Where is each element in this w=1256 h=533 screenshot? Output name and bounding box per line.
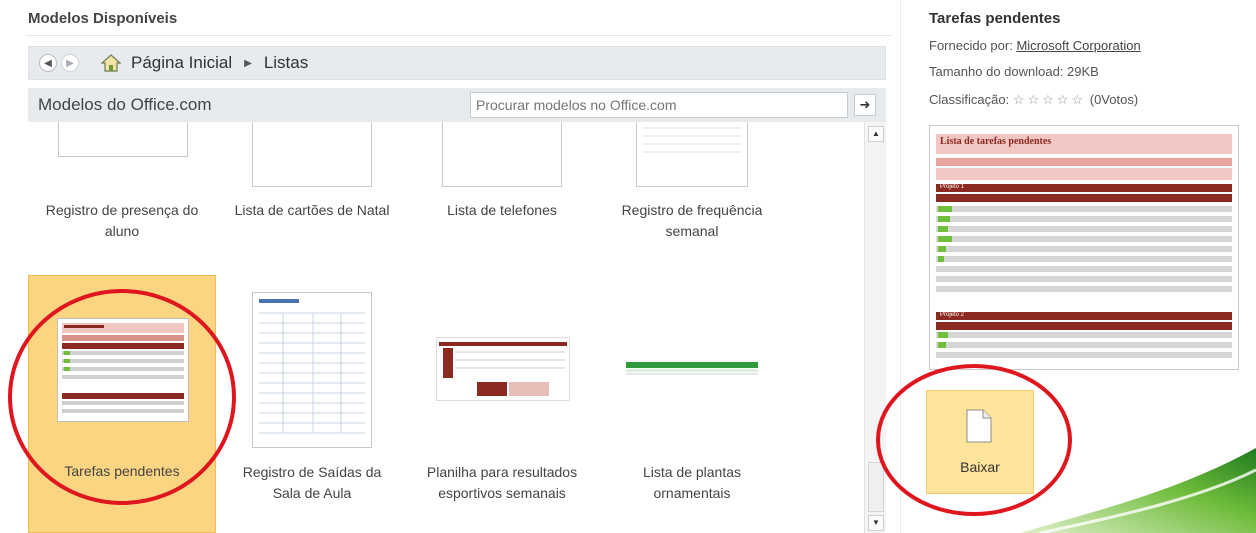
- breadcrumb-current[interactable]: Listas: [264, 53, 308, 73]
- home-icon[interactable]: [100, 54, 122, 72]
- scroll-up-arrow-icon[interactable]: ▲: [868, 126, 884, 142]
- back-arrow-icon[interactable]: ◀: [39, 54, 57, 72]
- template-thumbnail: [636, 122, 748, 187]
- breadcrumb-home[interactable]: Página Inicial: [131, 53, 232, 73]
- search-go-arrow-icon[interactable]: ➜: [854, 94, 876, 116]
- download-size: Tamanho do download: 29KB: [929, 64, 1099, 79]
- template-thumbnail: [626, 360, 758, 378]
- votes-count: (0Votos): [1089, 92, 1139, 107]
- preview-section-2: Projeto 2: [940, 312, 965, 318]
- provider-line: Fornecido por: Microsoft Corporation: [929, 38, 1141, 53]
- title-divider: [26, 35, 892, 36]
- available-templates-title: Modelos Disponíveis: [28, 10, 178, 27]
- template-label: Lista de cartões de Natal: [234, 202, 390, 218]
- preview-section-1: Projeto 1: [940, 184, 965, 190]
- breadcrumb-separator-icon: ▶: [244, 57, 252, 69]
- template-preview: Lista de tarefas pendentes Projeto 1 Pro…: [929, 125, 1239, 370]
- template-label: Lista de plantas ornamentais: [642, 464, 742, 501]
- template-thumbnail: [436, 337, 570, 401]
- rating-stars-icon[interactable]: ☆☆☆☆☆: [1013, 92, 1086, 107]
- template-label: Registro de presença do aluno: [45, 202, 199, 239]
- search-templates-input[interactable]: [470, 92, 848, 118]
- navigation-bar: ◀ ▶ Página Inicial ▶ Listas: [28, 46, 886, 80]
- annotation-circle-download: [876, 364, 1072, 516]
- forward-arrow-icon[interactable]: ▶: [61, 54, 79, 72]
- office-templates-bar: Modelos do Office.com ➜: [28, 88, 886, 122]
- rating-line: Classificação: ☆☆☆☆☆ (0Votos): [929, 92, 1139, 107]
- template-label: Registro de frequência semanal: [621, 202, 763, 239]
- template-thumbnail: [252, 292, 372, 448]
- template-thumbnail: [58, 122, 188, 157]
- template-gallery: Modelos Disponíveis ◀ ▶ Página Inicial ▶…: [0, 0, 1256, 533]
- provider-link[interactable]: Microsoft Corporation: [1016, 38, 1140, 53]
- office-templates-label: Modelos do Office.com: [38, 95, 212, 114]
- preview-title: Lista de tarefas pendentes: [940, 136, 1052, 147]
- template-thumbnail: [252, 122, 372, 187]
- template-details-title: Tarefas pendentes: [929, 10, 1061, 27]
- template-label: Planilha para resultados esportivos seman…: [426, 464, 578, 501]
- template-label: Lista de telefones: [447, 202, 557, 218]
- annotation-circle-template: [8, 289, 236, 505]
- template-thumbnail: [442, 122, 562, 187]
